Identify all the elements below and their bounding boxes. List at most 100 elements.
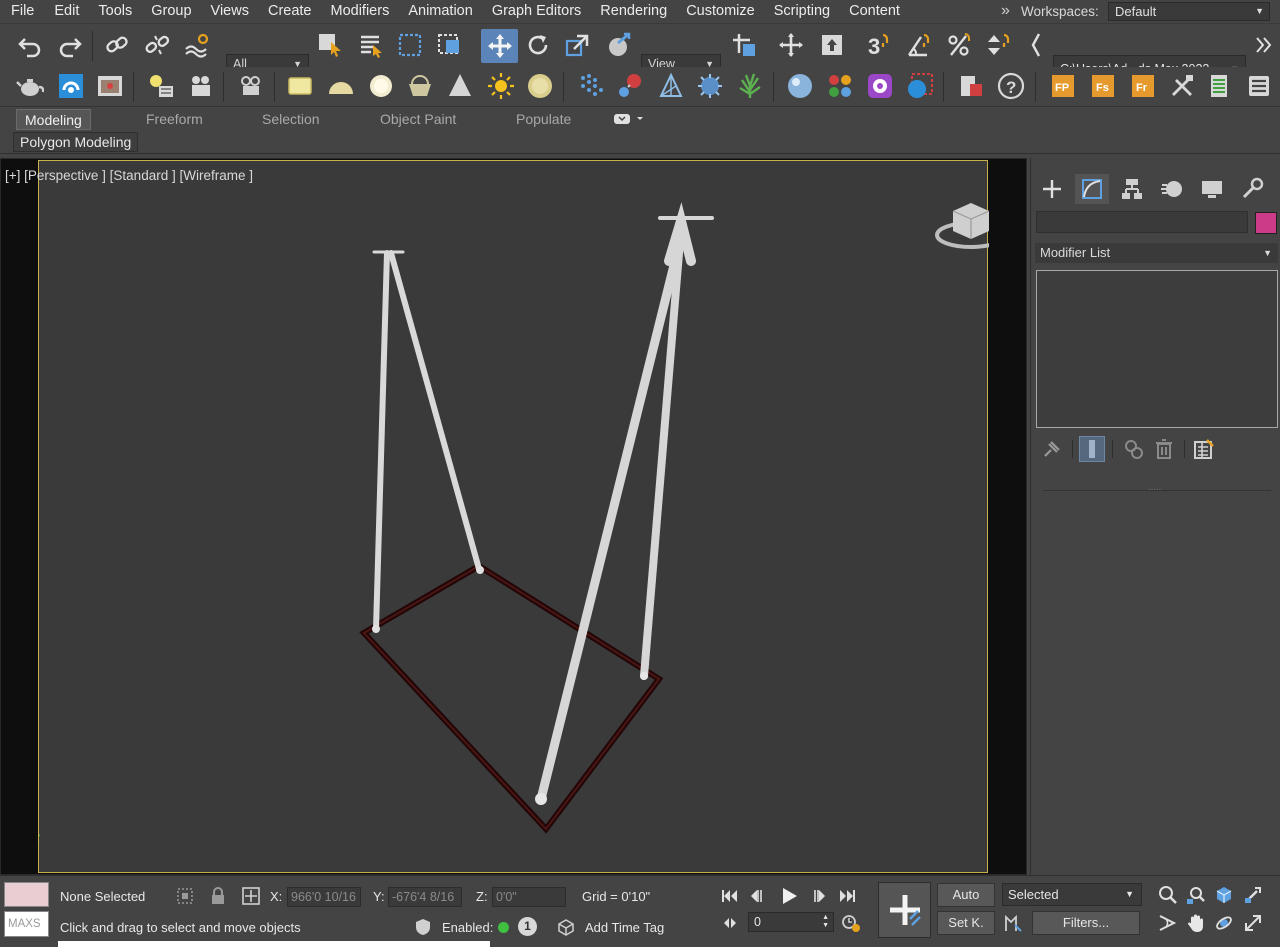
- object-color-swatch[interactable]: [1255, 212, 1277, 234]
- zoom-button[interactable]: [1157, 884, 1179, 906]
- tools-button[interactable]: [1166, 70, 1198, 102]
- menu-overflow-chevron-icon[interactable]: »: [1001, 1, 1017, 21]
- render-frame-button[interactable]: [94, 70, 126, 102]
- menu-animation[interactable]: Animation: [402, 0, 478, 23]
- tab-modify[interactable]: [1075, 174, 1109, 204]
- viewport-label-menu[interactable]: [+] [Perspective ] [Standard ] [Wirefram…: [5, 168, 253, 183]
- modifier-stack[interactable]: [1036, 270, 1278, 428]
- material-library-button[interactable]: [824, 70, 856, 102]
- maxscript-listener-output[interactable]: [4, 882, 49, 907]
- configure-modifier-sets-button[interactable]: [1191, 436, 1217, 462]
- field-of-view-button[interactable]: [1157, 912, 1179, 934]
- maxscript-mini-listener[interactable]: MAXS: [4, 911, 49, 937]
- key-filters-button[interactable]: Filters...: [1032, 911, 1140, 935]
- layer-manager-button[interactable]: [1243, 70, 1275, 102]
- mass-fx-button[interactable]: [614, 70, 646, 102]
- absolute-mode-toggle[interactable]: [240, 885, 262, 907]
- key-mode-toggle[interactable]: [719, 912, 741, 934]
- physical-camera-button[interactable]: [235, 70, 267, 102]
- set-key-mode-button[interactable]: Set K.: [937, 911, 995, 935]
- z-coord-field[interactable]: 0'0": [492, 887, 566, 907]
- menu-scripting[interactable]: Scripting: [768, 0, 836, 23]
- rollout-grip-icon[interactable]: ·····: [1148, 486, 1162, 494]
- menu-rendering[interactable]: Rendering: [594, 0, 673, 23]
- foliage-button[interactable]: [734, 70, 766, 102]
- key-filters-icon-button[interactable]: [1002, 912, 1024, 934]
- selection-lock-toggle[interactable]: [207, 885, 229, 907]
- snaps-toggle-button[interactable]: 3: [863, 29, 895, 61]
- polygon-modeling-button[interactable]: Polygon Modeling: [13, 132, 139, 152]
- particle-flow-button[interactable]: [575, 70, 607, 102]
- object-name-input[interactable]: [1036, 211, 1248, 233]
- select-by-name-button[interactable]: [355, 29, 387, 61]
- spreadsheet-button[interactable]: [1203, 70, 1235, 102]
- select-manipulate-button[interactable]: [775, 29, 807, 61]
- tab-populate[interactable]: Populate: [516, 109, 571, 130]
- teapot-button[interactable]: [14, 70, 46, 102]
- light-lister-button[interactable]: [145, 70, 177, 102]
- fp-script-button[interactable]: FP: [1047, 70, 1079, 102]
- menu-modifiers[interactable]: Modifiers: [325, 0, 396, 23]
- time-slider-strip[interactable]: [58, 941, 490, 947]
- plane-button[interactable]: [284, 70, 316, 102]
- make-unique-button[interactable]: [1121, 436, 1147, 462]
- menu-create[interactable]: Create: [262, 0, 318, 23]
- select-and-rotate-button[interactable]: [522, 29, 554, 61]
- percent-snap-button[interactable]: [943, 29, 975, 61]
- material-editor-button[interactable]: [784, 70, 816, 102]
- tab-modeling[interactable]: Modeling: [16, 109, 91, 130]
- tab-freeform[interactable]: Freeform: [146, 109, 203, 130]
- toolbar-overflow-button[interactable]: [1026, 29, 1046, 61]
- spinner-snap-button[interactable]: [982, 29, 1014, 61]
- next-frame-button[interactable]: [805, 885, 827, 907]
- show-end-result-button[interactable]: [1079, 436, 1105, 462]
- menu-file[interactable]: File: [0, 0, 40, 23]
- hemisphere-button[interactable]: [325, 70, 357, 102]
- y-coord-field[interactable]: -676'4 8/16: [388, 887, 462, 907]
- go-to-start-button[interactable]: [719, 885, 741, 907]
- render-setup-button[interactable]: [904, 70, 936, 102]
- current-frame-spinner[interactable]: 0 ▲ ▼: [748, 912, 834, 932]
- remove-modifier-button[interactable]: [1151, 436, 1177, 462]
- key-filter-selection-dropdown[interactable]: Selected ▼: [1002, 883, 1142, 906]
- toolbar-expand-button[interactable]: [1251, 29, 1277, 61]
- arnold-materials-button[interactable]: [864, 70, 896, 102]
- select-and-place-button[interactable]: [602, 29, 634, 61]
- fs-script-button[interactable]: Fs: [1087, 70, 1119, 102]
- select-and-scale-button[interactable]: [562, 29, 594, 61]
- zoom-all-button[interactable]: [1185, 884, 1207, 906]
- zoom-extents-button[interactable]: [1213, 884, 1235, 906]
- pin-stack-button[interactable]: [1039, 436, 1065, 462]
- help-button[interactable]: ?: [995, 70, 1027, 102]
- menu-customize[interactable]: Customize: [680, 0, 761, 23]
- isolate-selection-button[interactable]: [174, 885, 196, 907]
- pivot-point-center-button[interactable]: [728, 29, 760, 61]
- menu-views[interactable]: Views: [205, 0, 255, 23]
- orbit-button[interactable]: [1213, 912, 1235, 934]
- tab-utilities[interactable]: [1235, 174, 1269, 204]
- keyboard-shortcut-override-button[interactable]: [816, 29, 848, 61]
- geosphere-button[interactable]: [404, 70, 436, 102]
- pan-view-button[interactable]: [1185, 912, 1207, 934]
- add-time-tag-button[interactable]: Add Time Tag: [585, 920, 664, 935]
- camera-sequencer-button[interactable]: [185, 70, 217, 102]
- cone-button[interactable]: [444, 70, 476, 102]
- play-button[interactable]: [778, 885, 800, 907]
- rectangular-selection-button[interactable]: [394, 29, 426, 61]
- perspective-viewport[interactable]: y z: [38, 160, 989, 873]
- hair-fur-button[interactable]: [694, 70, 726, 102]
- tab-hierarchy[interactable]: [1115, 174, 1149, 204]
- set-key-big-button[interactable]: [878, 882, 931, 938]
- workspace-dropdown[interactable]: Default ▼: [1108, 2, 1270, 21]
- previous-frame-button[interactable]: [749, 885, 771, 907]
- unlink-button[interactable]: [141, 29, 173, 61]
- skylight-button[interactable]: [524, 70, 556, 102]
- link-button[interactable]: [101, 29, 133, 61]
- bind-space-warp-button[interactable]: [181, 29, 213, 61]
- tab-object-paint[interactable]: Object Paint: [380, 109, 456, 130]
- redo-button[interactable]: [54, 29, 86, 61]
- tab-motion[interactable]: [1155, 174, 1189, 204]
- menu-group[interactable]: Group: [145, 0, 197, 23]
- angle-snap-button[interactable]: [903, 29, 935, 61]
- modifier-list-dropdown[interactable]: Modifier List ▼: [1035, 243, 1278, 263]
